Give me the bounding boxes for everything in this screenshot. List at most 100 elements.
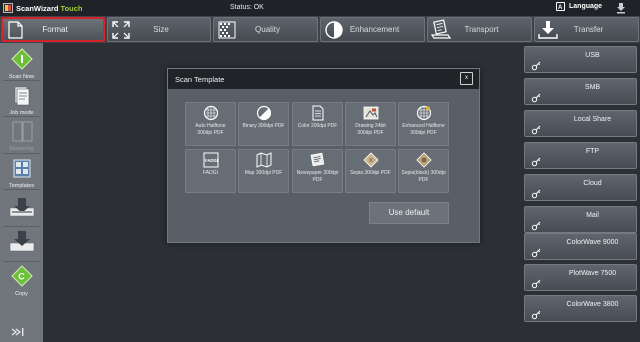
app-logo-icon (3, 3, 13, 13)
template-label: Enhanced Halftone (402, 123, 445, 129)
divider (3, 116, 40, 117)
auto-halftone-icon (203, 105, 218, 121)
divider (3, 226, 40, 227)
copy-label: Copy (15, 291, 28, 297)
tab-format[interactable]: Format (1, 17, 105, 42)
destination-plotwave-7500[interactable]: PlotWave 7500 (524, 264, 637, 291)
key-icon (531, 93, 541, 103)
tab-quality-label: Quality (255, 25, 280, 34)
template-sublabel: PDF (312, 177, 323, 183)
key-icon (531, 61, 541, 71)
template-sepia-black[interactable]: Sepia(black) 300dpi PDF (398, 149, 449, 193)
mastering-button[interactable]: Mastering (2, 119, 41, 152)
template-label: Color 200dpi PDF (297, 123, 338, 129)
tab-quality[interactable]: Quality (213, 17, 318, 42)
map-icon (256, 152, 271, 168)
copy-button[interactable]: C Copy (2, 264, 41, 297)
destination-local-share[interactable]: Local Share (524, 110, 637, 137)
title-bar: ScanWizard Touch Status: OK A Language (0, 0, 640, 16)
tab-size[interactable]: Size (107, 17, 211, 42)
download-icon (9, 231, 34, 252)
job-mode-icon (14, 86, 29, 106)
drawing-icon (363, 106, 378, 120)
contrast-icon (325, 20, 343, 39)
destination-label: FTP (585, 148, 600, 155)
key-icon (531, 125, 541, 135)
destination-label: Cloud (583, 180, 602, 187)
destination-colorwave-9000[interactable]: ColorWave 9000 (524, 233, 637, 260)
divider (3, 80, 40, 81)
destination-label: Mail (586, 212, 599, 219)
enhanced-halftone-icon (416, 105, 431, 121)
scan-to-tray-button[interactable] (2, 194, 41, 221)
language-button[interactable]: A Language (556, 2, 602, 11)
status-text: Status: OK (230, 4, 264, 11)
templates-icon (13, 159, 30, 178)
scan-now-button[interactable]: Scan Now (2, 47, 41, 80)
template-label: Sepia(black) 300dpi (401, 170, 446, 176)
destination-label: SMB (584, 84, 601, 91)
divider (3, 153, 40, 154)
quality-grid-icon (218, 21, 236, 38)
scan-template-dialog: Scan Template x Auto Halftone 300dpi PDF… (167, 68, 480, 243)
destination-mail[interactable]: Mail (524, 206, 637, 233)
template-sublabel: 300dpi PDF (197, 130, 224, 136)
destination-colorwave-3800[interactable]: ColorWave 3800 (524, 295, 637, 322)
destination-label: Local Share (573, 116, 612, 123)
key-icon (531, 189, 541, 199)
key-icon (531, 279, 541, 289)
template-label: FADGI (202, 170, 218, 176)
template-label: Sepia 300dpi PDF (350, 170, 391, 176)
key-icon (531, 157, 541, 167)
destination-label: USB (585, 52, 600, 59)
close-button[interactable]: x (460, 72, 473, 85)
document-icon (8, 20, 23, 39)
dialog-header: Scan Template (168, 69, 479, 89)
app-name: ScanWizard Touch (16, 3, 83, 13)
template-color[interactable]: Color 200dpi PDF (292, 102, 343, 146)
tab-transfer[interactable]: Transfer (534, 17, 639, 42)
svg-text:C: C (18, 272, 25, 282)
destination-cloud[interactable]: Cloud (524, 174, 637, 201)
left-toolbar: Scan Now Job mode Mastering Templates C … (0, 43, 43, 342)
destination-usb[interactable]: USB (524, 46, 637, 73)
color-doc-icon (312, 105, 323, 121)
tab-transport-label: Transport (464, 25, 499, 34)
template-drawing[interactable]: Drawing 24bit 300dpi PDF (345, 102, 396, 146)
template-newspaper[interactable]: Newspaper 300dpi PDF (292, 149, 343, 193)
language-icon: A (556, 2, 565, 11)
template-fadgi[interactable]: FADGI FADGI (185, 149, 236, 193)
destination-smb[interactable]: SMB (524, 78, 637, 105)
template-label: Newspaper 300dpi (296, 170, 339, 176)
tab-enhancement[interactable]: Enhancement (320, 17, 425, 42)
scan-now-icon (10, 48, 33, 70)
tab-transport[interactable]: Transport (427, 17, 532, 42)
template-auto-halftone[interactable]: Auto Halftone 300dpi PDF (185, 102, 236, 146)
tab-enhancement-label: Enhancement (349, 25, 400, 34)
resize-icon (112, 20, 130, 39)
expand-arrow-icon[interactable] (11, 327, 25, 337)
destination-label: PlotWave 7500 (568, 270, 617, 277)
template-map[interactable]: Map 300dpi PDF (238, 149, 289, 193)
job-mode-button[interactable]: Job mode (2, 83, 41, 116)
template-enhanced-halftone[interactable]: Enhanced Halftone 300dpi PDF (398, 102, 449, 146)
template-sepia[interactable]: Sepia 300dpi PDF (345, 149, 396, 193)
destination-panel: USB SMB Local Share FTP Cloud Mail Color… (521, 43, 640, 342)
template-sublabel: PDF (418, 177, 429, 183)
newspaper-icon (310, 152, 324, 167)
scan-to-tray-icon (9, 198, 34, 217)
download-button[interactable] (2, 229, 41, 256)
destination-ftp[interactable]: FTP (524, 142, 637, 169)
download-arrow-icon[interactable] (616, 2, 626, 14)
templates-button[interactable]: Templates (2, 156, 41, 189)
template-sublabel: 300dpi PDF (410, 130, 437, 136)
template-label: Drawing 24bit (355, 123, 386, 129)
dialog-title: Scan Template (175, 74, 225, 84)
download-tray-icon (538, 20, 558, 39)
sepia-icon (362, 152, 379, 168)
svg-text:FADGI: FADGI (205, 158, 218, 163)
template-label: Map 300dpi PDF (244, 170, 283, 176)
template-binary[interactable]: Binary 300dpi PDF (238, 102, 289, 146)
use-default-button[interactable]: Use default (369, 202, 449, 224)
key-icon (531, 221, 541, 231)
